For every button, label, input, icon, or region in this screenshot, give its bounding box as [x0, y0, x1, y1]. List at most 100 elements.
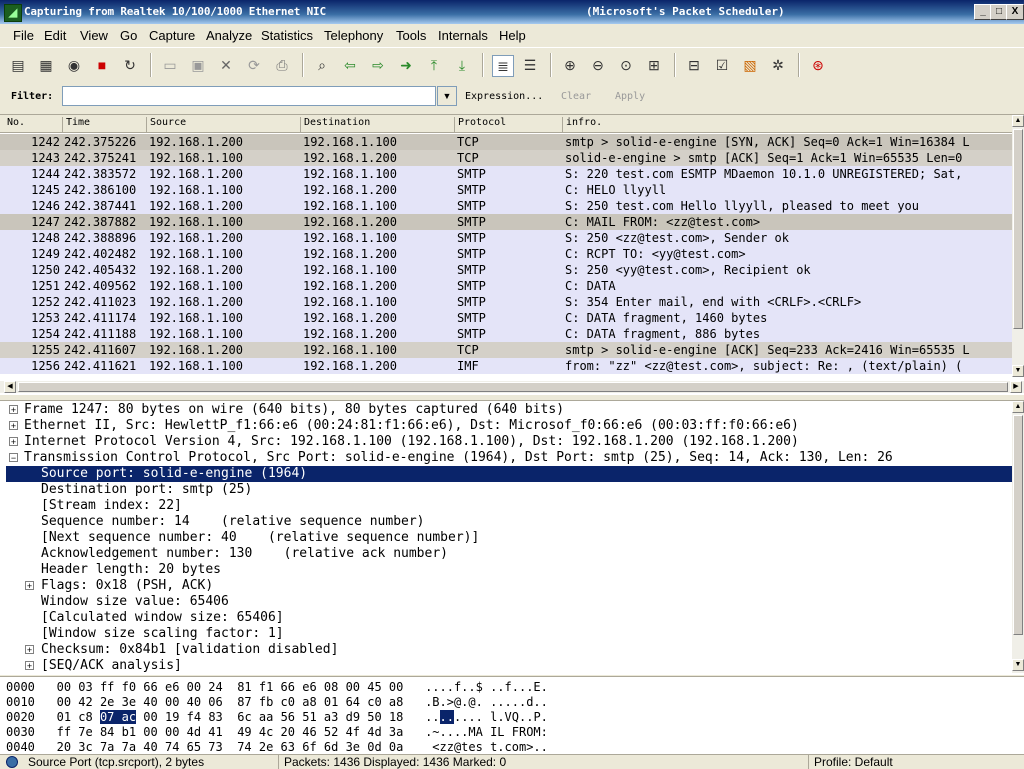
packet-row[interactable]: 1256 242.411621 192.168.1.100 192.168.1.200… [0, 358, 1012, 374]
menu-internals[interactable]: Internals [438, 28, 488, 43]
scroll-up-icon[interactable]: ▲ [1012, 115, 1024, 127]
column-header-time[interactable]: Time [62, 117, 146, 132]
column-header-info[interactable]: infro. [562, 117, 1012, 132]
detail-row[interactable]: Transmission Control Protocol, Src Port:… [24, 450, 893, 466]
interfaces-icon[interactable]: ▤ [8, 55, 28, 75]
hex-row[interactable]: 0030 ff 7e 84 b1 00 00 4d 41 49 4c 20 46… [6, 725, 548, 740]
save-file-icon[interactable]: ▣ [188, 55, 208, 75]
close-file-icon[interactable]: ✕ [216, 55, 236, 75]
packet-row[interactable]: 1247 242.387882 192.168.1.100 192.168.1.200… [0, 214, 1012, 230]
menu-statistics[interactable]: Statistics [261, 28, 313, 43]
scroll-left-icon[interactable]: ◀ [4, 381, 16, 393]
detail-row[interactable]: Internet Protocol Version 4, Src: 192.16… [24, 434, 799, 450]
packet-row[interactable]: 1248 242.388896 192.168.1.200 192.168.1.100… [0, 230, 1012, 246]
expand-icon[interactable]: + [25, 645, 34, 655]
detail-row[interactable]: Sequence number: 14 (relative sequence n… [41, 514, 425, 530]
expand-icon[interactable]: + [9, 405, 18, 415]
packet-row[interactable]: 1249 242.402482 192.168.1.100 192.168.1.200… [0, 246, 1012, 262]
detail-row[interactable]: Checksum: 0x84b1 [validation disabled] [41, 642, 338, 658]
column-header-destination[interactable]: Destination [300, 117, 454, 132]
column-header-source[interactable]: Source [146, 117, 300, 132]
scrollbar-thumb[interactable] [1013, 415, 1023, 635]
scroll-down-icon[interactable]: ▼ [1012, 659, 1024, 671]
status-profile[interactable]: Profile: Default [814, 755, 893, 769]
menu-telephony[interactable]: Telephony [324, 28, 383, 43]
filter-dropdown-chevron-down-icon[interactable]: ▼ [437, 86, 457, 106]
packet-row[interactable]: 1255 242.411607 192.168.1.200 192.168.1.100… [0, 342, 1012, 358]
expand-icon[interactable]: + [25, 661, 34, 671]
scroll-up-icon[interactable]: ▲ [1012, 401, 1024, 413]
menu-analyze[interactable]: Analyze [206, 28, 252, 43]
column-header-protocol[interactable]: Protocol [454, 117, 562, 132]
packet-row[interactable]: 1253 242.411174 192.168.1.100 192.168.1.200… [0, 310, 1012, 326]
capture-options-icon[interactable]: ▦ [36, 55, 56, 75]
packet-row[interactable]: 1242 242.375226 192.168.1.200 192.168.1.100… [0, 134, 1012, 150]
hex-row[interactable]: 0040 20 3c 7a 7a 40 74 65 73 74 2e 63 6f… [6, 740, 548, 755]
go-first-packet-icon[interactable]: ⤒ [424, 55, 444, 75]
detail-row[interactable]: Flags: 0x18 (PSH, ACK) [41, 578, 213, 594]
print-icon[interactable]: ⎙ [272, 55, 292, 75]
packet-row[interactable]: 1252 242.411023 192.168.1.200 192.168.1.100… [0, 294, 1012, 310]
go-last-packet-icon[interactable]: ⤓ [452, 55, 472, 75]
restart-capture-icon[interactable]: ↻ [120, 55, 140, 75]
packet-row[interactable]: 1254 242.411188 192.168.1.100 192.168.1.200… [0, 326, 1012, 342]
start-capture-icon[interactable]: ◉ [64, 55, 84, 75]
expert-info-icon[interactable] [6, 756, 18, 768]
menu-file[interactable]: File [13, 28, 34, 43]
filter-input[interactable] [62, 86, 436, 106]
detail-row[interactable]: [SEQ/ACK analysis] [41, 658, 182, 674]
colorize-icon[interactable]: ≣ [492, 55, 514, 77]
menu-edit[interactable]: Edit [44, 28, 66, 43]
close-button[interactable]: X [1006, 4, 1024, 20]
packet-row[interactable]: 1243 242.375241 192.168.1.100 192.168.1.200… [0, 150, 1012, 166]
expand-icon[interactable]: + [9, 437, 18, 447]
menu-capture[interactable]: Capture [149, 28, 195, 43]
menu-tools[interactable]: Tools [396, 28, 426, 43]
detail-row-selected[interactable]: Source port: solid-e-engine (1964) [6, 466, 1012, 482]
scroll-down-icon[interactable]: ▼ [1012, 365, 1024, 377]
apply-button[interactable]: Apply [615, 91, 645, 102]
packet-row[interactable]: 1251 242.409562 192.168.1.100 192.168.1.200… [0, 278, 1012, 294]
zoom-in-icon[interactable]: ⊕ [560, 55, 580, 75]
scroll-right-icon[interactable]: ▶ [1010, 381, 1022, 393]
display-filters-icon[interactable]: ☑ [712, 55, 732, 75]
preferences-icon[interactable]: ✲ [768, 55, 788, 75]
scrollbar-thumb[interactable] [1013, 129, 1023, 329]
packet-row[interactable]: 1244 242.383572 192.168.1.200 192.168.1.100… [0, 166, 1012, 182]
expand-icon[interactable]: + [9, 421, 18, 431]
stop-capture-icon[interactable]: ■ [92, 55, 112, 75]
help-icon[interactable]: ⊛ [808, 55, 828, 75]
detail-row[interactable]: Acknowledgement number: 130 (relative ac… [41, 546, 448, 562]
menu-go[interactable]: Go [120, 28, 137, 43]
go-back-icon[interactable]: ⇦ [340, 55, 360, 75]
packet-row[interactable]: 1250 242.405432 192.168.1.200 192.168.1.100… [0, 262, 1012, 278]
detail-row[interactable]: Destination port: smtp (25) [41, 482, 252, 498]
hex-row[interactable]: 0000 00 03 ff f0 66 e6 00 24 81 f1 66 e6… [6, 680, 548, 695]
expression-button[interactable]: Expression... [465, 91, 543, 102]
expand-icon[interactable]: + [25, 581, 34, 591]
hex-row[interactable]: 0020 01 c8 07 ac 00 19 f4 83 6c aa 56 51… [6, 710, 548, 725]
normal-size-icon[interactable]: ⊙ [616, 55, 636, 75]
open-file-icon[interactable]: ▭ [160, 55, 180, 75]
scrollbar-thumb[interactable] [18, 382, 1008, 392]
detail-row[interactable]: Ethernet II, Src: HewlettP_f1:66:e6 (00:… [24, 418, 799, 434]
auto-scroll-icon[interactable]: ☰ [520, 55, 540, 75]
go-to-packet-icon[interactable]: ➜ [396, 55, 416, 75]
detail-row[interactable]: [Window size scaling factor: 1] [41, 626, 284, 642]
find-packet-icon[interactable]: ⌕ [312, 55, 332, 75]
go-forward-icon[interactable]: ⇨ [368, 55, 388, 75]
packet-row[interactable]: 1246 242.387441 192.168.1.200 192.168.1.100… [0, 198, 1012, 214]
packet-list-vertical-scrollbar[interactable]: ▲ ▼ [1012, 115, 1024, 377]
packet-row[interactable]: 1245 242.386100 192.168.1.100 192.168.1.200… [0, 182, 1012, 198]
capture-filters-icon[interactable]: ⊟ [684, 55, 704, 75]
detail-row[interactable]: [Stream index: 22] [41, 498, 182, 514]
column-header-no[interactable]: No. [4, 117, 62, 132]
detail-row[interactable]: [Calculated window size: 65406] [41, 610, 284, 626]
details-vertical-scrollbar[interactable]: ▲ ▼ [1012, 401, 1024, 673]
resize-columns-icon[interactable]: ⊞ [644, 55, 664, 75]
clear-button[interactable]: Clear [561, 91, 591, 102]
hex-row[interactable]: 0010 00 42 2e 3e 40 00 40 06 87 fb c0 a8… [6, 695, 548, 710]
detail-row[interactable]: [Next sequence number: 40 (relative sequ… [41, 530, 479, 546]
zoom-out-icon[interactable]: ⊖ [588, 55, 608, 75]
collapse-icon[interactable]: − [9, 453, 18, 463]
